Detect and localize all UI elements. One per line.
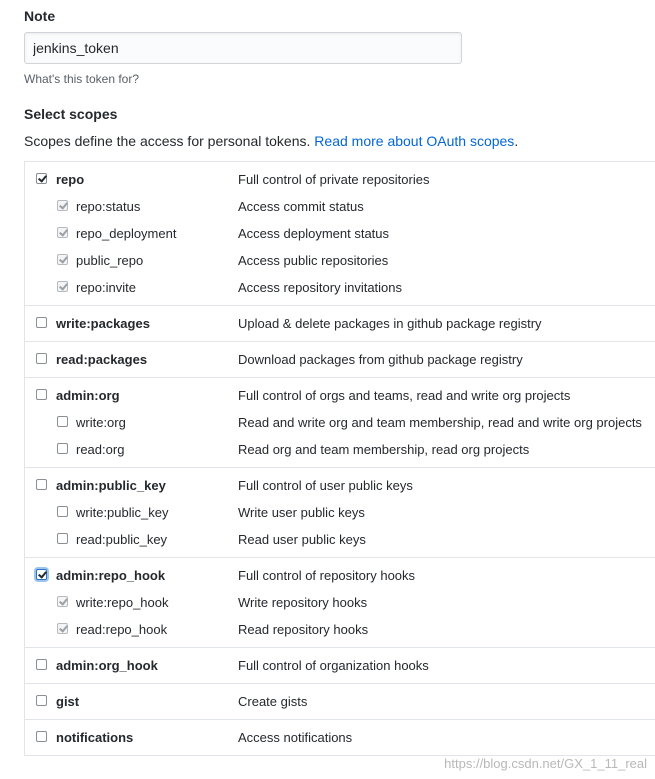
scope-group-admin-org-hook: admin:org_hook Full control of organizat…	[25, 648, 655, 684]
scope-group-admin-public-key: admin:public_key Full control of user pu…	[25, 468, 655, 558]
scope-checkbox-write-repo-hook[interactable]	[57, 596, 68, 607]
scope-row-read-repo-hook: read:repo_hook Read repository hooks	[25, 616, 655, 643]
scopes-title: Select scopes	[24, 106, 118, 122]
scope-name: read:packages	[56, 352, 148, 367]
scope-description: Full control of organization hooks	[238, 658, 429, 673]
scope-description: Upload & delete packages in github packa…	[238, 316, 542, 331]
scope-group-gist: gist Create gists	[25, 684, 655, 720]
scope-checkbox-read-repo-hook[interactable]	[57, 623, 68, 634]
scope-description: Write repository hooks	[238, 595, 368, 610]
scope-description: Read and write org and team membership, …	[238, 415, 642, 430]
scope-name: write:org	[76, 415, 126, 430]
scope-checkbox-repo-deployment[interactable]	[57, 227, 68, 238]
scope-name: read:public_key	[76, 532, 168, 547]
scope-row-repo: repo Full control of private repositorie…	[25, 166, 655, 193]
scopes-description: Scopes define the access for personal to…	[24, 133, 518, 149]
scope-row-write-org: write:org Read and write org and team me…	[25, 409, 655, 436]
scope-description: Access notifications	[238, 730, 353, 745]
scope-description: Read repository hooks	[238, 622, 369, 637]
watermark: https://blog.csdn.net/GX_1_11_real	[444, 756, 647, 771]
scope-checkbox-write-public-key[interactable]	[57, 506, 68, 517]
note-label: Note	[24, 8, 56, 24]
scope-group-write-packages: write:packages Upload & delete packages …	[25, 306, 655, 342]
scope-description: Access deployment status	[238, 226, 390, 241]
scope-description: Full control of user public keys	[238, 478, 413, 493]
scope-checkbox-read-packages[interactable]	[36, 353, 47, 364]
scope-checkbox-admin-org-hook[interactable]	[36, 659, 47, 670]
scope-name: notifications	[56, 730, 134, 745]
scope-description: Read user public keys	[238, 532, 366, 547]
scope-checkbox-admin-public-key[interactable]	[36, 479, 47, 490]
scope-name: repo:status	[76, 199, 141, 214]
scope-description: Download packages from github package re…	[238, 352, 523, 367]
scope-row-read-packages: read:packages Download packages from git…	[25, 346, 655, 373]
scope-description: Full control of private repositories	[238, 172, 430, 187]
scope-row-repo-deployment: repo_deployment Access deployment status	[25, 220, 655, 247]
scope-checkbox-repo[interactable]	[36, 173, 47, 184]
scope-name: admin:repo_hook	[56, 568, 166, 583]
scope-checkbox-write-org[interactable]	[57, 416, 68, 427]
scope-checkbox-admin-repo-hook[interactable]	[36, 569, 47, 580]
scope-checkbox-read-public-key[interactable]	[57, 533, 68, 544]
scope-row-admin-repo-hook: admin:repo_hook Full control of reposito…	[25, 562, 655, 589]
scope-checkbox-gist[interactable]	[36, 695, 47, 706]
scope-row-notifications: notifications Access notifications	[25, 724, 655, 751]
oauth-scopes-link[interactable]: Read more about OAuth scopes	[314, 133, 514, 149]
scope-row-admin-org-hook: admin:org_hook Full control of organizat…	[25, 652, 655, 679]
scope-row-public-repo: public_repo Access public repositories	[25, 247, 655, 274]
scope-description: Write user public keys	[238, 505, 365, 520]
scope-row-gist: gist Create gists	[25, 688, 655, 715]
scope-description: Full control of repository hooks	[238, 568, 416, 583]
scope-description: Create gists	[238, 694, 308, 709]
scope-name: write:packages	[56, 316, 150, 331]
scope-checkbox-repo-invite[interactable]	[57, 281, 68, 292]
scope-checkbox-read-org[interactable]	[57, 443, 68, 454]
scope-checkbox-notifications[interactable]	[36, 731, 47, 742]
scope-description: Access commit status	[238, 199, 364, 214]
scope-checkbox-public-repo[interactable]	[57, 254, 68, 265]
scope-group-read-packages: read:packages Download packages from git…	[25, 342, 655, 378]
scope-group-admin-org: admin:org Full control of orgs and teams…	[25, 378, 655, 468]
scope-name: repo	[56, 172, 85, 187]
scope-name: public_repo	[76, 253, 144, 268]
scope-checkbox-repo-status[interactable]	[57, 200, 68, 211]
scope-name: write:public_key	[76, 505, 169, 520]
scope-group-notifications: notifications Access notifications	[25, 720, 655, 756]
scope-group-repo: repo Full control of private repositorie…	[25, 162, 655, 306]
scope-description: Read org and team membership, read org p…	[238, 442, 530, 457]
scope-description: Full control of orgs and teams, read and…	[238, 388, 571, 403]
scope-row-read-public-key: read:public_key Read user public keys	[25, 526, 655, 553]
scope-name: repo_deployment	[76, 226, 177, 241]
scope-name: repo:invite	[76, 280, 136, 295]
scopes-description-text: Scopes define the access for personal to…	[24, 133, 311, 149]
scope-checkbox-admin-org[interactable]	[36, 389, 47, 400]
scope-description: Access public repositories	[238, 253, 389, 268]
scope-description: Access repository invitations	[238, 280, 403, 295]
scope-name: write:repo_hook	[76, 595, 169, 610]
scope-name: admin:org	[56, 388, 120, 403]
scope-row-read-org: read:org Read org and team membership, r…	[25, 436, 655, 463]
scope-name: admin:org_hook	[56, 658, 158, 673]
scope-name: read:repo_hook	[76, 622, 168, 637]
scope-row-write-public-key: write:public_key Write user public keys	[25, 499, 655, 526]
scope-row-admin-org: admin:org Full control of orgs and teams…	[25, 382, 655, 409]
scope-row-repo-status: repo:status Access commit status	[25, 193, 655, 220]
note-hint: What's this token for?	[24, 72, 140, 86]
scope-group-admin-repo-hook: admin:repo_hook Full control of reposito…	[25, 558, 655, 648]
scope-row-write-repo-hook: write:repo_hook Write repository hooks	[25, 589, 655, 616]
scope-table: repo Full control of private repositorie…	[24, 161, 655, 756]
scope-name: gist	[56, 694, 80, 709]
note-input[interactable]	[24, 32, 462, 64]
scopes-description-period: .	[514, 133, 519, 149]
scope-name: admin:public_key	[56, 478, 166, 493]
scope-name: read:org	[76, 442, 125, 457]
scope-row-write-packages: write:packages Upload & delete packages …	[25, 310, 655, 337]
scope-row-admin-public-key: admin:public_key Full control of user pu…	[25, 472, 655, 499]
scope-checkbox-write-packages[interactable]	[36, 317, 47, 328]
scope-row-repo-invite: repo:invite Access repository invitation…	[25, 274, 655, 301]
